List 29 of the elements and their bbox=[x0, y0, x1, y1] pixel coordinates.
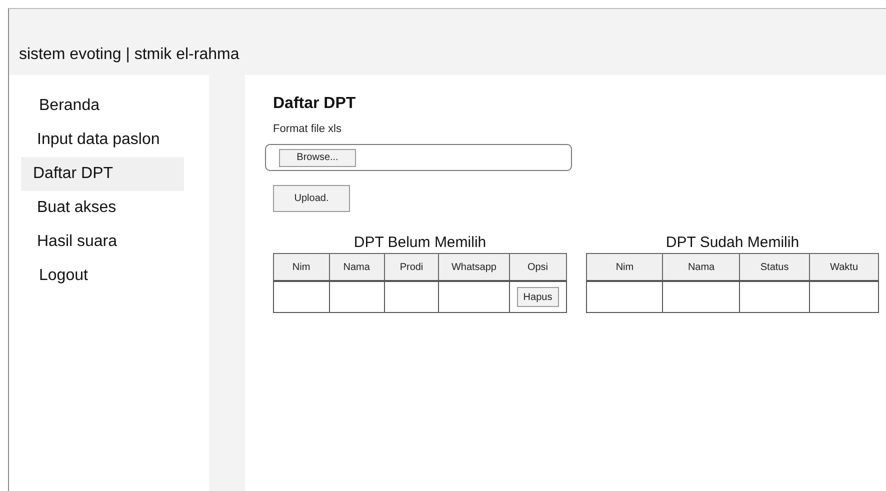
table-title: DPT Sudah Memilih bbox=[666, 234, 800, 251]
app-title: sistem evoting | stmik el-rahma bbox=[19, 46, 240, 64]
page-title: Daftar DPT bbox=[273, 95, 357, 113]
upload-button[interactable]: Upload. bbox=[273, 185, 350, 212]
sidebar-item[interactable]: Input data paslon bbox=[21, 123, 197, 157]
sidebar-item[interactable]: Buat akses bbox=[21, 191, 197, 225]
column-header: Nim bbox=[274, 254, 330, 281]
table-cell bbox=[384, 281, 439, 312]
delete-button[interactable]: Hapus bbox=[516, 287, 559, 308]
sidebar-item[interactable]: Beranda bbox=[21, 89, 197, 123]
table-cell bbox=[329, 281, 384, 312]
sidebar-item[interactable]: Daftar DPT bbox=[21, 157, 184, 191]
column-header: Whatsapp bbox=[438, 254, 509, 281]
table-title: DPT Belum Memilih bbox=[354, 234, 486, 251]
column-header: Nama bbox=[662, 254, 740, 281]
column-header: Nim bbox=[586, 254, 663, 281]
column-header: Opsi bbox=[509, 254, 566, 281]
column-header: Prodi bbox=[384, 254, 439, 281]
column-header: Nama bbox=[329, 254, 384, 281]
column-header: Waktu bbox=[810, 254, 878, 281]
sidebar-item[interactable]: Hasil suara bbox=[21, 225, 197, 259]
table-cell bbox=[740, 281, 810, 312]
file-label: Format file xls bbox=[273, 123, 342, 135]
table-cell bbox=[810, 281, 878, 312]
table-cell bbox=[274, 281, 330, 312]
sidebar-item[interactable]: Logout bbox=[21, 259, 197, 293]
file-field[interactable]: Browse... bbox=[265, 144, 572, 171]
browse-button[interactable]: Browse... bbox=[279, 148, 356, 166]
column-header: Status bbox=[740, 254, 810, 281]
